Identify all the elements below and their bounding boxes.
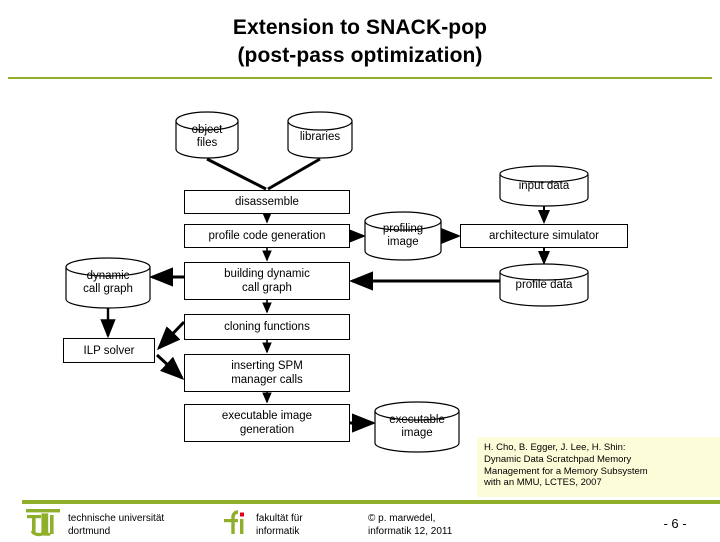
fakultaet-informatik-logo-icon	[220, 509, 250, 537]
footer-copyright-label: © p. marwedel, informatik 12, 2011	[368, 513, 453, 537]
page-title: Extension to SNACK-pop (post-pass optimi…	[0, 14, 720, 70]
tu-dortmund-logo-icon	[25, 509, 61, 537]
datastore-object-files-label: object files	[191, 124, 223, 149]
slide-footer: technische universität dortmund fakultät…	[0, 504, 720, 540]
title-divider	[8, 77, 712, 79]
footer-university-label: technische universität dortmund	[68, 513, 165, 537]
page-title-line2: (post-pass optimization)	[237, 44, 483, 67]
flowchart-diagram	[0, 0, 720, 500]
process-inserting-spm-manager-calls: inserting SPM manager calls	[184, 354, 350, 392]
process-cloning-functions: cloning functions	[184, 314, 350, 340]
flowchart-connectors	[65, 111, 589, 453]
datastore-libraries-label: libraries	[299, 130, 341, 143]
datastore-profile-data-label: profile data	[515, 278, 573, 291]
process-profile-code-generation: profile code generation	[184, 224, 350, 248]
process-architecture-simulator: architecture simulator	[460, 224, 628, 248]
process-disassemble: disassemble	[184, 190, 350, 214]
process-ilp-solver: ILP solver	[63, 338, 155, 363]
datastore-executable-image-label: executable image	[389, 414, 445, 439]
datastore-profiling-image-label: profiling image	[382, 223, 424, 248]
datastore-input-data-label: input data	[518, 179, 570, 192]
footer-page-number: - 6 -	[663, 516, 687, 531]
process-executable-image-generation: executable image generation	[184, 404, 350, 442]
page-title-line1: Extension to SNACK-pop	[232, 16, 488, 39]
citation-note: H. Cho, B. Egger, J. Lee, H. Shin: Dynam…	[477, 437, 720, 497]
process-building-dynamic-call-graph: building dynamic call graph	[184, 262, 350, 300]
footer-faculty-label: fakultät für informatik	[256, 513, 303, 537]
datastore-dynamic-call-graph-label: dynamic call graph	[83, 270, 133, 295]
